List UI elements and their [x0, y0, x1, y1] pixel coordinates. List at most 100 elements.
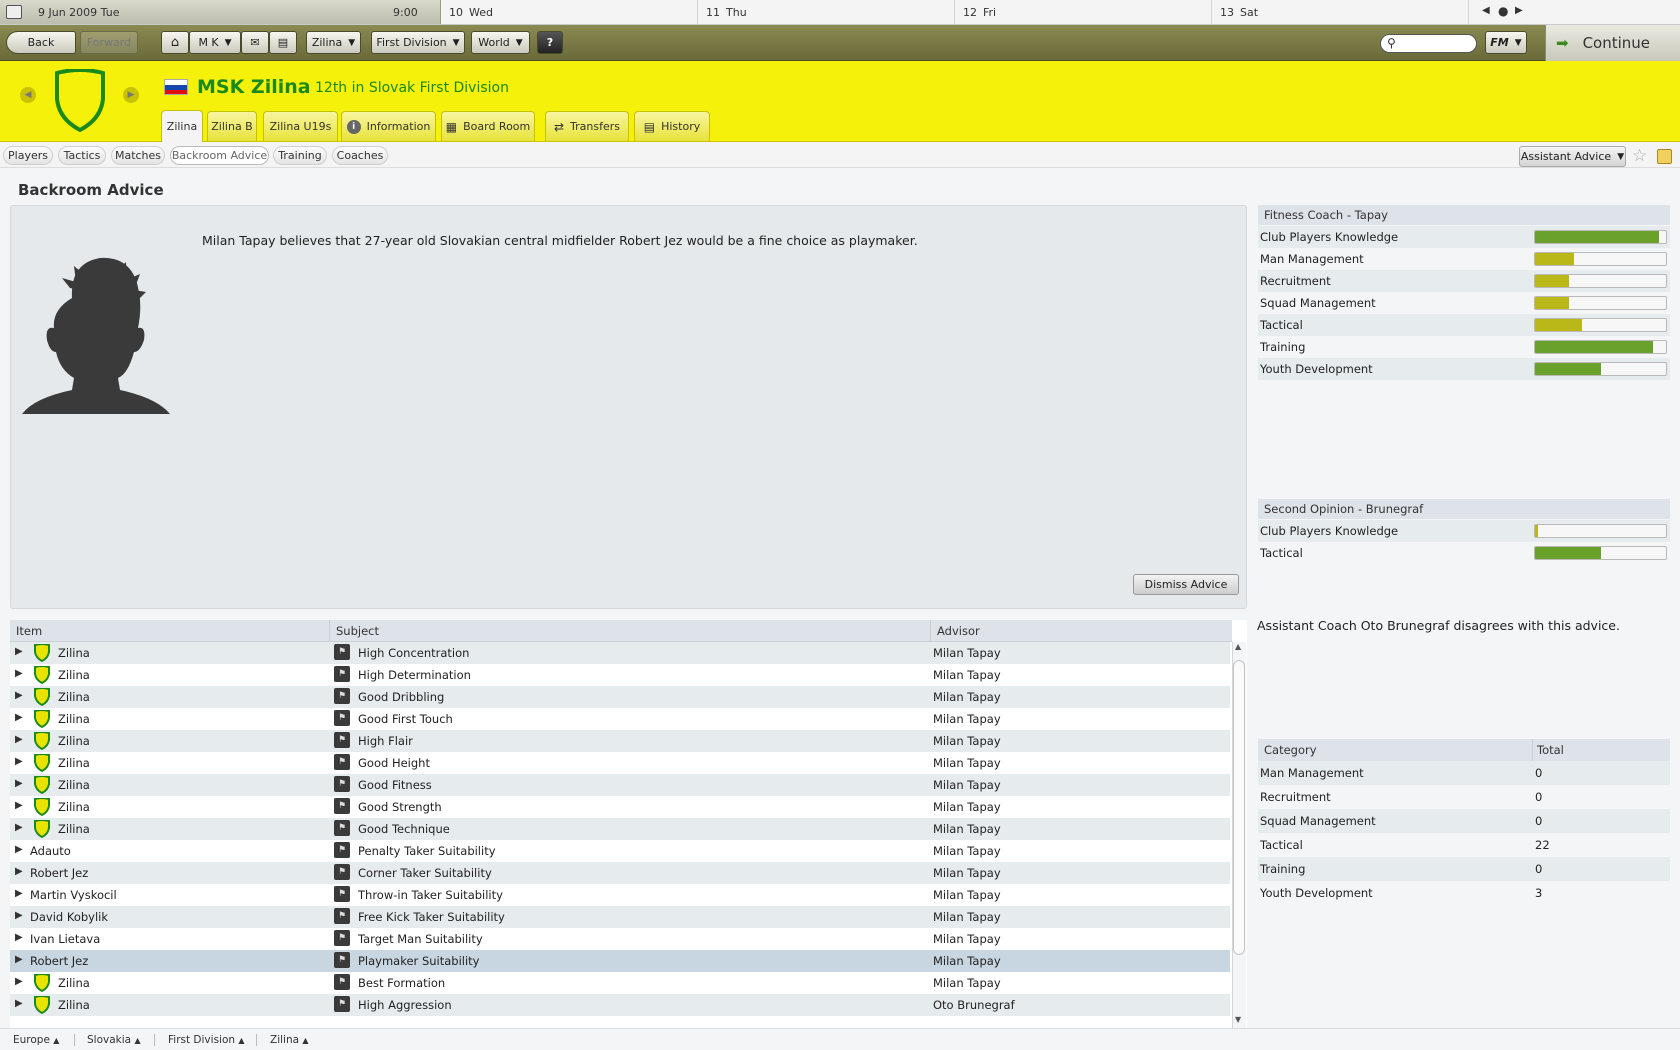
table-row[interactable]: ▶ Zilina ⚑ High Aggression Oto Brunegraf [10, 994, 1230, 1016]
table-row[interactable]: ▶ Zilina ⚑ Good Strength Milan Tapay [10, 796, 1230, 818]
row-item[interactable]: Zilina [58, 800, 90, 814]
row-expand-icon[interactable]: ▶ [15, 712, 23, 723]
row-item[interactable]: David Kobylik [30, 910, 108, 924]
row-advisor[interactable]: Milan Tapay [933, 844, 1001, 858]
row-item[interactable]: Martin Vyskocil [30, 888, 117, 902]
table-row[interactable]: ▶ Zilina ⚑ High Flair Milan Tapay [10, 730, 1230, 752]
table-row[interactable]: ▶ Zilina ⚑ High Concentration Milan Tapay [10, 642, 1230, 664]
row-item[interactable]: Zilina [58, 734, 90, 748]
row-item[interactable]: Adauto [30, 844, 71, 858]
notes-icon[interactable] [1657, 149, 1672, 164]
column-header-advisor[interactable]: Advisor [930, 620, 1232, 642]
manager-menu[interactable]: M K ▼ [189, 31, 241, 54]
breadcrumb-slovakia[interactable]: Slovakia ▲ [87, 1034, 141, 1046]
subtab-backroom-advice[interactable]: Backroom Advice [170, 146, 269, 165]
tab-transfers[interactable]: ⇄ Transfers [545, 111, 629, 141]
tab-zilina[interactable]: Zilina [161, 110, 203, 142]
row-expand-icon[interactable]: ▶ [15, 866, 23, 877]
row-advisor[interactable]: Milan Tapay [933, 800, 1001, 814]
search-input[interactable]: ⚲ [1380, 34, 1477, 53]
row-expand-icon[interactable]: ▶ [15, 690, 23, 701]
calendar-day[interactable]: 11 Thu [698, 0, 955, 24]
row-expand-icon[interactable]: ▶ [15, 998, 23, 1009]
row-expand-icon[interactable]: ▶ [15, 800, 23, 811]
row-expand-icon[interactable]: ▶ [15, 888, 23, 899]
row-item[interactable]: Zilina [58, 712, 90, 726]
column-header-item[interactable]: Item [10, 620, 329, 642]
row-advisor[interactable]: Milan Tapay [933, 646, 1001, 660]
row-expand-icon[interactable]: ▶ [15, 910, 23, 921]
tab-zilina-b[interactable]: Zilina B [207, 111, 257, 141]
prev-club-icon[interactable]: ◀ [20, 87, 36, 103]
fm-menu[interactable]: FM ▼ [1485, 31, 1527, 54]
star-icon[interactable]: ☆ [1632, 146, 1647, 166]
dismiss-advice-button[interactable]: Dismiss Advice [1133, 574, 1239, 595]
row-advisor[interactable]: Milan Tapay [933, 910, 1001, 924]
news-button[interactable]: ▤ [269, 31, 297, 54]
row-advisor[interactable]: Milan Tapay [933, 734, 1001, 748]
row-item[interactable]: Zilina [58, 822, 90, 836]
row-item[interactable]: Ivan Lietava [30, 932, 100, 946]
row-expand-icon[interactable]: ▶ [15, 976, 23, 987]
calendar-day[interactable]: 12 Fri [955, 0, 1212, 24]
calendar-day[interactable]: 10 Wed [441, 0, 698, 24]
row-item[interactable]: Zilina [58, 976, 90, 990]
row-advisor[interactable]: Milan Tapay [933, 668, 1001, 682]
breadcrumb-zilina[interactable]: Zilina ▲ [270, 1034, 309, 1046]
calendar-day[interactable]: 13 Sat [1212, 0, 1469, 24]
row-expand-icon[interactable]: ▶ [15, 932, 23, 943]
tab-history[interactable]: ▤ History [634, 111, 710, 141]
competition-menu[interactable]: First Division ▼ [371, 31, 465, 54]
row-expand-icon[interactable]: ▶ [15, 954, 23, 965]
row-expand-icon[interactable]: ▶ [15, 646, 23, 657]
table-row[interactable]: ▶ David Kobylik ⚑ Free Kick Taker Suitabili… [10, 906, 1230, 928]
row-expand-icon[interactable]: ▶ [15, 756, 23, 767]
column-header-total[interactable]: Total [1537, 743, 1564, 757]
table-row[interactable]: ▶ Ivan Lietava ⚑ Target Man Suitability Mila… [10, 928, 1230, 950]
row-item[interactable]: Zilina [58, 778, 90, 792]
continue-button[interactable]: ➡ Continue [1545, 25, 1680, 61]
table-row[interactable]: ▶ Zilina ⚑ Good Height Milan Tapay [10, 752, 1230, 774]
calendar-next-icon[interactable]: ▶ [1515, 5, 1523, 16]
table-row[interactable]: ▶ Robert Jez ⚑ Playmaker Suitability Milan T… [10, 950, 1230, 972]
club-menu[interactable]: Zilina ▼ [306, 31, 361, 54]
table-row[interactable]: ▶ Zilina ⚑ Good First Touch Milan Tapay [10, 708, 1230, 730]
subtab-training[interactable]: Training [273, 146, 327, 165]
table-row[interactable]: ▶ Robert Jez ⚑ Corner Taker Suitability Mila… [10, 862, 1230, 884]
column-header-subject[interactable]: Subject [329, 620, 930, 642]
row-expand-icon[interactable]: ▶ [15, 734, 23, 745]
table-row[interactable]: ▶ Zilina ⚑ Good Fitness Milan Tapay [10, 774, 1230, 796]
assistant-advice-menu[interactable]: Assistant Advice ▼ [1519, 146, 1626, 167]
scroll-up-icon[interactable]: ▲ [1235, 642, 1241, 651]
league-position[interactable]: 12th in Slovak First Division [315, 80, 509, 96]
row-item[interactable]: Zilina [58, 646, 90, 660]
table-row[interactable]: ▶ Zilina ⚑ Good Technique Milan Tapay [10, 818, 1230, 840]
row-item[interactable]: Zilina [58, 668, 90, 682]
table-row[interactable]: ▶ Zilina ⚑ High Determination Milan Tapay [10, 664, 1230, 686]
column-header-category[interactable]: Category [1264, 743, 1317, 757]
row-expand-icon[interactable]: ▶ [15, 668, 23, 679]
row-item[interactable]: Zilina [58, 998, 90, 1012]
subtab-coaches[interactable]: Coaches [332, 146, 388, 165]
row-item[interactable]: Robert Jez [30, 866, 88, 880]
row-expand-icon[interactable]: ▶ [15, 822, 23, 833]
world-menu[interactable]: World ▼ [471, 31, 530, 54]
scrollbar-thumb[interactable] [1233, 660, 1245, 955]
row-advisor[interactable]: Milan Tapay [933, 822, 1001, 836]
tab-zilina-u19s[interactable]: Zilina U19s [263, 111, 338, 141]
row-advisor[interactable]: Milan Tapay [933, 866, 1001, 880]
inbox-button[interactable]: ✉ [241, 31, 269, 54]
help-button[interactable]: ? [537, 31, 563, 54]
breadcrumb-europe[interactable]: Europe ▲ [13, 1034, 59, 1046]
table-row[interactable]: ▶ Zilina ⚑ Best Formation Milan Tapay [10, 972, 1230, 994]
tab-board-room[interactable]: ▦ Board Room [441, 111, 535, 141]
calendar-today[interactable]: 9 Jun 2009 Tue 9:00 [0, 0, 441, 24]
calendar-prev-icon[interactable]: ◀ [1482, 5, 1490, 16]
subtab-matches[interactable]: Matches [111, 146, 165, 165]
row-advisor[interactable]: Milan Tapay [933, 712, 1001, 726]
subtab-tactics[interactable]: Tactics [58, 146, 106, 165]
calendar-today-dot-icon[interactable]: ● [1498, 4, 1508, 18]
row-advisor[interactable]: Milan Tapay [933, 888, 1001, 902]
table-row[interactable]: ▶ Adauto ⚑ Penalty Taker Suitability Milan T… [10, 840, 1230, 862]
table-row[interactable]: ▶ Zilina ⚑ Good Dribbling Milan Tapay [10, 686, 1230, 708]
